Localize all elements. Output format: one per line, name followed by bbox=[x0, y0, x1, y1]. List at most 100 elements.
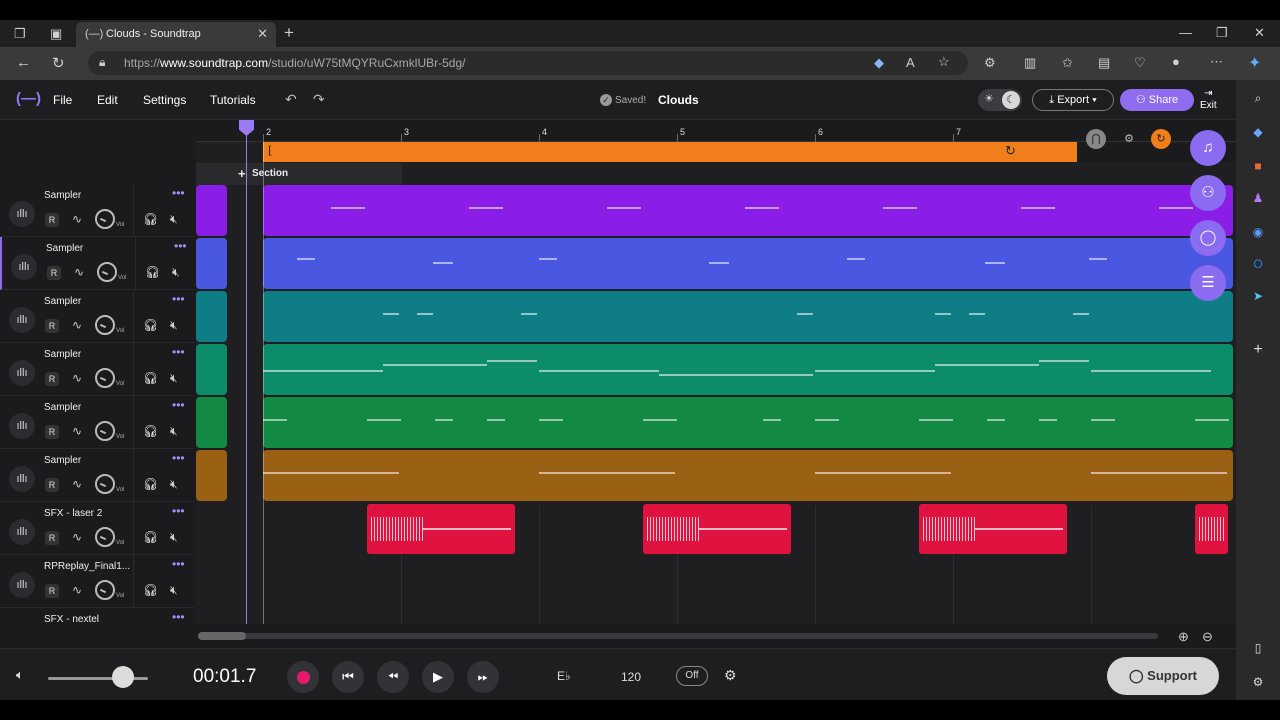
headphones-icon[interactable]: 🎧︎ bbox=[143, 212, 158, 226]
zoom-out-icon[interactable]: ⊖ bbox=[1202, 629, 1213, 645]
sidebar-outlook-icon[interactable]: O bbox=[1250, 256, 1266, 272]
copilot-icon[interactable]: ✦ bbox=[1248, 53, 1261, 73]
bar-ruler[interactable]: 2 3 4 5 6 7 bbox=[196, 120, 1236, 142]
effects-icon[interactable]: ∿ bbox=[72, 477, 82, 491]
record-arm-button[interactable]: R bbox=[45, 531, 59, 545]
add-section-button[interactable]: + Section bbox=[196, 163, 402, 185]
metronome-toggle[interactable]: Off bbox=[676, 666, 708, 686]
url-bar[interactable]: 🔒︎ https://www.soundtrap.com/studio/uW75… bbox=[88, 51, 968, 75]
midi-region[interactable] bbox=[196, 450, 227, 501]
track-lane[interactable] bbox=[196, 502, 1236, 555]
sidebar-add-icon[interactable]: + bbox=[1250, 342, 1266, 358]
favorite-star-icon[interactable]: ☆ bbox=[938, 54, 950, 70]
favorites-icon[interactable]: ✩ bbox=[1062, 55, 1073, 71]
track-header[interactable]: ıllı Sampler ••• R ∿ Vol 🎧︎ 🔇︎ bbox=[0, 449, 194, 502]
track-header[interactable]: ıllı RPReplay_Final1... ••• R ∿ Vol 🎧︎ 🔇… bbox=[0, 555, 194, 608]
headphones-icon[interactable]: 🎧︎ bbox=[143, 424, 158, 438]
theme-toggle[interactable]: ☀ ☾ bbox=[978, 89, 1022, 111]
mute-icon[interactable]: 🔇︎ bbox=[170, 424, 178, 439]
track-lane[interactable] bbox=[196, 184, 1236, 237]
menu-edit[interactable]: Edit bbox=[97, 93, 118, 107]
track-lane[interactable] bbox=[196, 396, 1236, 449]
mute-icon[interactable]: 🔇︎ bbox=[170, 530, 178, 545]
tempo-value[interactable]: 120 bbox=[621, 670, 641, 684]
track-header[interactable]: ıllı Sampler ••• R ∿ Vol 🎧︎ 🔇︎ bbox=[0, 290, 194, 343]
headphones-icon[interactable]: 🎧︎ bbox=[145, 265, 160, 279]
track-name[interactable]: RPReplay_Final1... bbox=[44, 561, 130, 572]
effects-icon[interactable]: ∿ bbox=[72, 318, 82, 332]
record-arm-button[interactable]: R bbox=[45, 372, 59, 386]
export-button[interactable]: ⤓ Export ▾ bbox=[1032, 89, 1114, 111]
effects-icon[interactable]: ∿ bbox=[72, 530, 82, 544]
new-tab-icon[interactable]: + bbox=[284, 23, 294, 43]
soundtrap-logo[interactable]: (—) bbox=[16, 90, 41, 107]
browser-tab[interactable]: (—) Clouds - Soundtrap ✕ bbox=[76, 22, 276, 47]
skip-to-start-icon[interactable]: ⏮︎ bbox=[332, 661, 364, 693]
mute-icon[interactable]: 🔇︎ bbox=[170, 212, 178, 227]
waveform-icon[interactable]: ıllı bbox=[9, 201, 35, 227]
mixer-icon[interactable]: ☰ bbox=[1190, 265, 1226, 301]
track-options-icon[interactable]: ••• bbox=[172, 345, 185, 359]
rewind-icon[interactable]: ⏪︎ bbox=[377, 661, 409, 693]
transport-settings-icon[interactable]: ⚙ bbox=[724, 667, 737, 684]
track-lane[interactable] bbox=[196, 237, 1236, 290]
mute-icon[interactable]: 🔇︎ bbox=[170, 583, 178, 598]
project-name[interactable]: Clouds bbox=[658, 93, 699, 107]
exit-button[interactable]: ⇥ Exit bbox=[1200, 88, 1217, 112]
playhead[interactable] bbox=[239, 120, 254, 624]
volume-knob[interactable] bbox=[95, 580, 115, 600]
close-tab-icon[interactable]: ✕ bbox=[257, 26, 268, 42]
loop-icon[interactable]: ↻ bbox=[1005, 143, 1016, 159]
track-lane[interactable] bbox=[196, 343, 1236, 396]
undo-icon[interactable]: ↶ bbox=[285, 91, 297, 108]
volume-knob[interactable] bbox=[95, 209, 115, 229]
coupon-icon[interactable]: ◆ bbox=[874, 55, 884, 71]
sidebar-tools-icon[interactable]: ■ bbox=[1250, 158, 1266, 174]
track-options-icon[interactable]: ••• bbox=[172, 610, 185, 624]
menu-tutorials[interactable]: Tutorials bbox=[210, 93, 256, 107]
track-name[interactable]: Sampler bbox=[44, 402, 81, 413]
audio-clip[interactable] bbox=[919, 504, 1067, 554]
record-arm-button[interactable]: R bbox=[47, 266, 61, 280]
track-options-icon[interactable]: ••• bbox=[172, 398, 185, 412]
midi-region[interactable] bbox=[196, 185, 227, 236]
effects-icon[interactable]: ∿ bbox=[72, 212, 82, 226]
menu-file[interactable]: File bbox=[53, 93, 72, 107]
midi-region[interactable] bbox=[196, 291, 227, 342]
track-name[interactable]: Sampler bbox=[44, 349, 81, 360]
track-name[interactable]: SFX - nextel bbox=[44, 614, 99, 624]
audio-clip[interactable] bbox=[367, 504, 515, 554]
mute-icon[interactable]: 🔇︎ bbox=[170, 371, 178, 386]
midi-region[interactable] bbox=[263, 397, 1233, 448]
sidebar-panel-icon[interactable]: ▯ bbox=[1250, 640, 1266, 656]
profile-avatar-icon[interactable]: ● bbox=[1172, 54, 1180, 69]
midi-region[interactable] bbox=[263, 291, 1233, 342]
split-screen-icon[interactable]: ▥ bbox=[1024, 55, 1036, 71]
record-arm-button[interactable]: R bbox=[45, 478, 59, 492]
arrangement-timeline[interactable]: 2 3 4 5 6 7 ⁅ ↻ ⋂ ⚙ ↻ + Section ♫ ⚇ ◯ ☰ bbox=[196, 120, 1236, 624]
midi-region[interactable] bbox=[263, 238, 1233, 289]
midi-region[interactable] bbox=[196, 397, 227, 448]
mute-icon[interactable]: 🔇︎ bbox=[170, 318, 178, 333]
refresh-icon[interactable]: ↻ bbox=[52, 54, 65, 72]
restore-icon[interactable]: ❐ bbox=[1216, 25, 1228, 41]
track-name[interactable]: Sampler bbox=[44, 296, 81, 307]
share-button[interactable]: ⚇ Share bbox=[1120, 89, 1194, 111]
tab-actions-icon[interactable]: ▣ bbox=[50, 26, 62, 42]
headphones-icon[interactable]: 🎧︎ bbox=[143, 530, 158, 544]
waveform-icon[interactable]: ıllı bbox=[9, 519, 35, 545]
scroll-track[interactable] bbox=[198, 633, 1158, 639]
midi-region[interactable] bbox=[263, 450, 1233, 501]
read-aloud-icon[interactable]: A bbox=[906, 55, 915, 70]
grid-settings-icon[interactable]: ⚙ bbox=[1119, 129, 1139, 149]
effects-icon[interactable]: ∿ bbox=[72, 583, 82, 597]
fast-forward-icon[interactable]: ⏩︎ bbox=[467, 661, 499, 693]
support-button[interactable]: ◯ Support bbox=[1107, 657, 1219, 695]
sidebar-copilot-icon[interactable]: ◉ bbox=[1250, 224, 1266, 240]
loop-toggle-icon[interactable]: ↻ bbox=[1151, 129, 1171, 149]
track-options-icon[interactable]: ••• bbox=[174, 239, 187, 253]
waveform-icon[interactable]: ıllı bbox=[9, 466, 35, 492]
chat-icon[interactable]: ◯ bbox=[1190, 220, 1226, 256]
waveform-icon[interactable]: ıllı bbox=[9, 360, 35, 386]
record-arm-button[interactable]: R bbox=[45, 319, 59, 333]
